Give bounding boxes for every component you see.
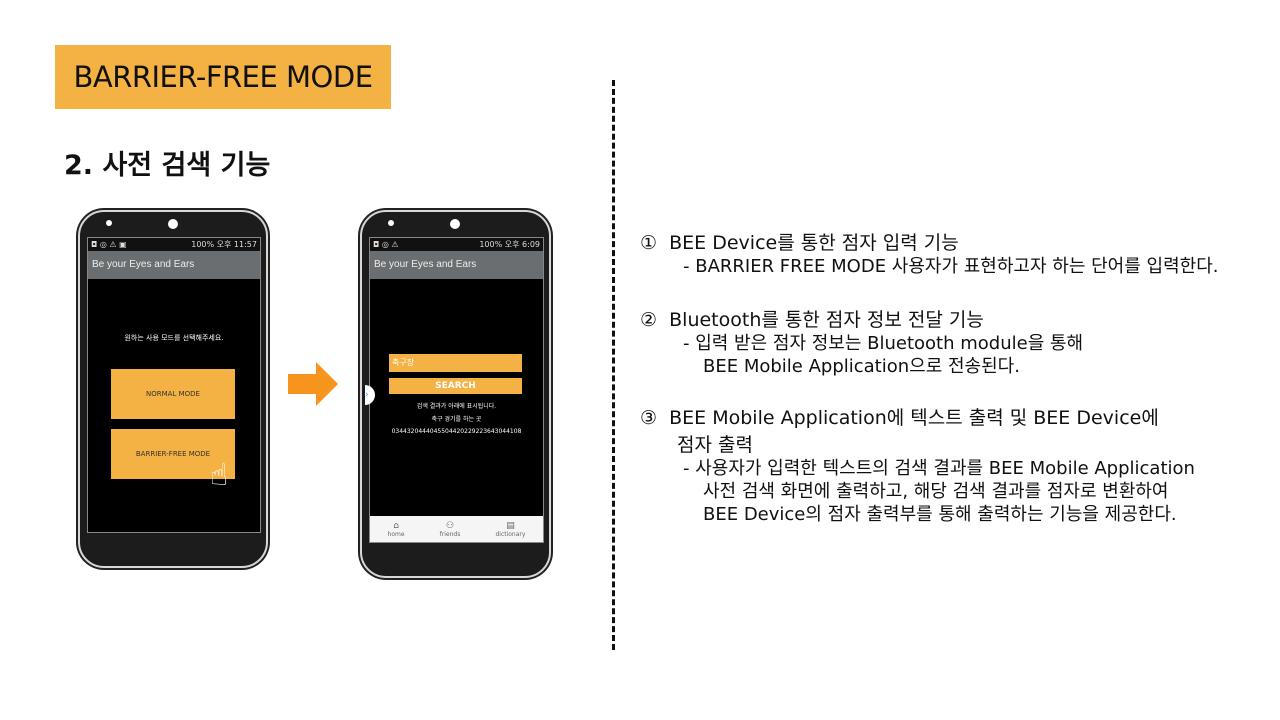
normal-mode-button[interactable]: NORMAL MODE (111, 369, 235, 419)
feature-desc: - 입력 받은 점자 정보는 Bluetooth module을 통해 (683, 333, 1084, 354)
number-2: ② (640, 309, 658, 331)
app-title: Be your Eyes and Ears (88, 251, 260, 279)
speaker-icon (388, 220, 394, 226)
feature-desc: - 사용자가 입력한 텍스트의 검색 결과를 BEE Mobile Applic… (683, 458, 1195, 479)
feature-2: ② Bluetooth를 통한 점자 정보 전달 기능 - 입력 받은 점자 정… (640, 305, 1083, 378)
feature-title: Bluetooth를 통한 점자 정보 전달 기능 (669, 309, 984, 331)
phone-screen: ◘ ◎ ⚠ 100% 오후 6:09 Be your Eyes and Ears … (369, 237, 544, 543)
document-icon: ▤ (506, 520, 515, 531)
phone-screen: ◘ ◎ ⚠ ▣ 100% 오후 11:57 Be your Eyes and Ea… (87, 237, 261, 533)
result-notice: 검색 결과가 아래에 표시됩니다. (416, 403, 497, 410)
result-meaning: 축구 경기를 하는 곳 (431, 416, 482, 423)
speaker-icon (106, 220, 112, 226)
number-3: ③ (640, 407, 658, 429)
app-title: Be your Eyes and Ears (370, 251, 543, 279)
feature-title: BEE Device를 통한 점자 입력 기능 (669, 232, 959, 254)
camera-icon (450, 219, 460, 229)
bottom-nav: ⌂ home ⚇ friends ▤ dictionary (370, 516, 543, 542)
camera-icon (168, 219, 178, 229)
search-input[interactable]: 축구장 (389, 354, 522, 372)
arrow-right-icon (288, 362, 338, 406)
section-title: 2. 사전 검색 기능 (64, 150, 271, 181)
feature-3: ③ BEE Mobile Application에 텍스트 출력 및 BEE D… (640, 403, 1260, 526)
feature-desc: BEE Device의 점자 출력부를 통해 출력하는 기능을 제공한다. (703, 504, 1177, 525)
phone-mode-select: ◘ ◎ ⚠ ▣ 100% 오후 11:57 Be your Eyes and Ea… (78, 210, 268, 568)
status-bar: ◘ ◎ ⚠ ▣ 100% 오후 11:57 (88, 238, 260, 251)
mode-prompt: 원하는 사용 모드를 선택해주세요. (124, 334, 224, 342)
mode-badge: BARRIER-FREE MODE (55, 45, 391, 109)
home-icon: ⌂ (393, 520, 399, 531)
feature-1: ① BEE Device를 통한 점자 입력 기능 - BARRIER FREE… (640, 228, 1218, 278)
feature-desc: - BARRIER FREE MODE 사용자가 표현하고자 하는 단어를 입력… (683, 256, 1219, 277)
tap-hand-icon: ☝ (210, 458, 229, 493)
result-braille-code: 0344320444045504420229223643044108 (391, 428, 522, 435)
feature-title: BEE Mobile Application에 텍스트 출력 및 BEE Dev… (669, 407, 1159, 429)
phone-dictionary-search: ◘ ◎ ⚠ 100% 오후 6:09 Be your Eyes and Ears … (360, 210, 551, 578)
feature-title-cont: 점자 출력 (677, 434, 753, 456)
nav-friends[interactable]: ⚇ friends (440, 521, 461, 538)
feature-desc: 사전 검색 화면에 출력하고, 해당 검색 결과를 점자로 변환하여 (703, 481, 1169, 502)
nav-home[interactable]: ⌂ home (388, 521, 405, 538)
nav-dictionary[interactable]: ▤ dictionary (495, 521, 525, 538)
number-1: ① (640, 232, 658, 254)
dashed-divider (612, 80, 615, 650)
feature-desc: BEE Mobile Application으로 전송된다. (703, 356, 1020, 377)
friends-icon: ⚇ (445, 520, 455, 531)
search-button[interactable]: SEARCH (389, 378, 522, 394)
status-bar: ◘ ◎ ⚠ 100% 오후 6:09 (370, 238, 543, 251)
